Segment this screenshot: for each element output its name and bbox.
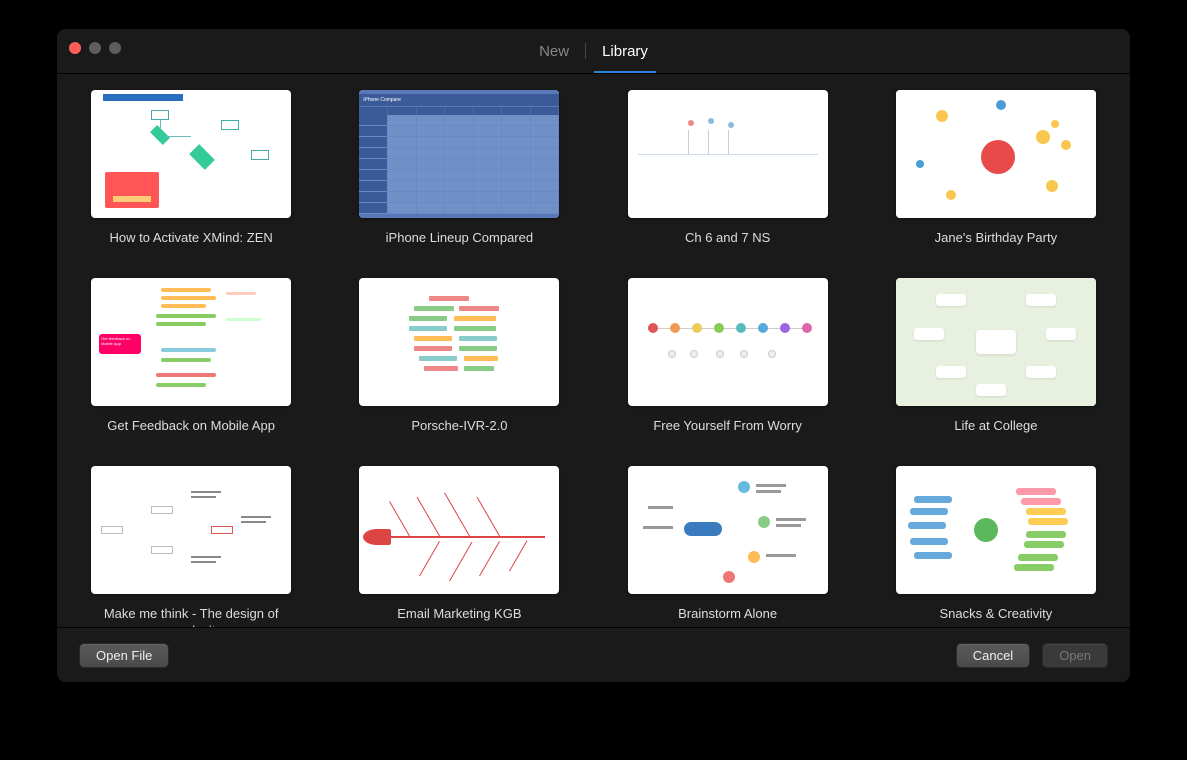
template-thumbnail: iPhone Compare xyxy=(359,90,559,218)
template-label: Snacks & Creativity xyxy=(940,606,1053,627)
template-label: Jane's Birthday Party xyxy=(935,230,1057,268)
open-button[interactable]: Open xyxy=(1042,643,1108,668)
template-card[interactable]: Life at College xyxy=(892,278,1100,456)
template-card[interactable]: Ch 6 and 7 NS xyxy=(624,90,832,268)
template-label: How to Activate XMind: ZEN xyxy=(109,230,272,268)
template-label: Make me think - The design of complexity xyxy=(91,606,291,627)
template-thumbnail xyxy=(628,466,828,594)
mode-tabs: New Library xyxy=(523,29,664,73)
template-card[interactable]: Porsche-IVR-2.0 xyxy=(355,278,563,456)
template-label: Porsche-IVR-2.0 xyxy=(411,418,507,456)
library-content[interactable]: How to Activate XMind: ZEN iPhone Compar… xyxy=(57,74,1130,627)
template-thumbnail xyxy=(896,278,1096,406)
template-card[interactable]: Jane's Birthday Party xyxy=(892,90,1100,268)
template-thumbnail: Get feedback on Mobile App xyxy=(91,278,291,406)
template-card[interactable]: Snacks & Creativity xyxy=(892,466,1100,627)
template-label: Get Feedback on Mobile App xyxy=(107,418,275,456)
template-thumbnail xyxy=(359,278,559,406)
tab-new[interactable]: New xyxy=(523,29,585,73)
template-label: Life at College xyxy=(954,418,1037,456)
template-card[interactable]: Brainstorm Alone xyxy=(624,466,832,627)
open-file-button[interactable]: Open File xyxy=(79,643,169,668)
window-controls xyxy=(69,42,121,54)
template-card[interactable]: Free Yourself From Worry xyxy=(624,278,832,456)
tab-library[interactable]: Library xyxy=(586,29,664,73)
template-label: Brainstorm Alone xyxy=(678,606,777,627)
template-grid: How to Activate XMind: ZEN iPhone Compar… xyxy=(87,90,1100,627)
template-card[interactable]: iPhone Compare iPhone Lineup Compared xyxy=(355,90,563,268)
template-label: Ch 6 and 7 NS xyxy=(685,230,770,268)
template-card[interactable]: How to Activate XMind: ZEN xyxy=(87,90,295,268)
template-card[interactable]: Make me think - The design of complexity xyxy=(87,466,295,627)
minimize-window-button[interactable] xyxy=(89,42,101,54)
close-window-button[interactable] xyxy=(69,42,81,54)
template-thumbnail xyxy=(91,90,291,218)
cancel-button[interactable]: Cancel xyxy=(956,643,1030,668)
footer-bar: Open File Cancel Open xyxy=(57,627,1130,682)
template-label: Free Yourself From Worry xyxy=(653,418,802,456)
template-chooser-window: New Library How to Activate XMind: ZEN xyxy=(56,28,1131,683)
template-thumbnail xyxy=(628,90,828,218)
template-card[interactable]: Email Marketing KGB xyxy=(355,466,563,627)
template-label: iPhone Lineup Compared xyxy=(386,230,533,268)
template-label: Email Marketing KGB xyxy=(397,606,521,627)
template-thumbnail xyxy=(91,466,291,594)
template-card[interactable]: Get feedback on Mobile App Ge xyxy=(87,278,295,456)
template-thumbnail xyxy=(628,278,828,406)
titlebar: New Library xyxy=(57,29,1130,74)
maximize-window-button[interactable] xyxy=(109,42,121,54)
template-thumbnail xyxy=(359,466,559,594)
template-thumbnail xyxy=(896,466,1096,594)
template-thumbnail xyxy=(896,90,1096,218)
